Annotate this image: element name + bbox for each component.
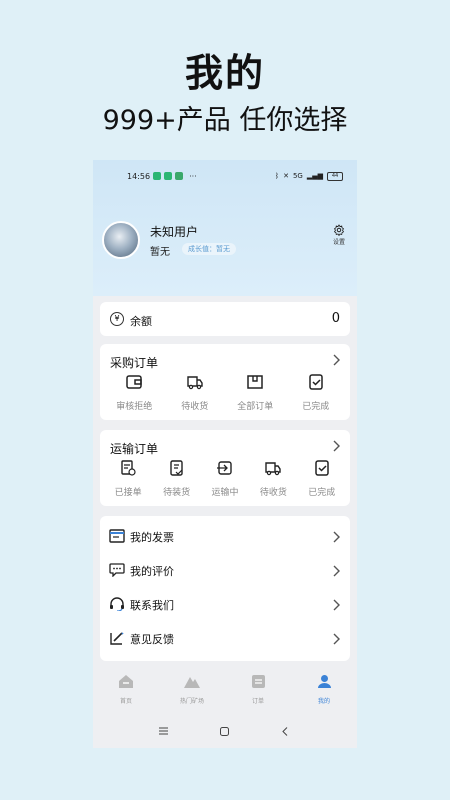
home-nav-icon[interactable] xyxy=(220,727,229,736)
tab-hot-mines[interactable]: 热门矿场 xyxy=(159,668,225,714)
transport-item-label: 运输中 xyxy=(211,488,239,498)
transport-item-pending-loading[interactable]: 待装货 xyxy=(155,460,199,499)
system-nav-bar xyxy=(93,716,357,748)
box-icon xyxy=(247,375,263,389)
promo-title: 我的 xyxy=(184,51,265,95)
menu-item-invoices[interactable]: 我的发票 xyxy=(100,519,350,553)
settings-button[interactable]: 设置 xyxy=(328,224,350,246)
avatar[interactable] xyxy=(102,221,140,259)
bluetooth-icon: ᛒ xyxy=(274,172,280,180)
bottom-tab-bar: 首页 热门矿场 订单 我的 xyxy=(93,668,357,714)
yen-icon: ¥ xyxy=(110,312,124,326)
battery-icon: 44 xyxy=(327,171,343,181)
truck-icon xyxy=(265,462,282,476)
notification-app-icon xyxy=(164,172,173,180)
balance-card[interactable]: ¥ 余额 0 xyxy=(100,302,350,336)
menu-item-label: 我的发票 xyxy=(130,531,174,544)
chevron-right-icon xyxy=(333,633,340,645)
menu-item-label: 我的评价 xyxy=(130,565,174,578)
invoice-icon xyxy=(109,529,125,543)
purchase-item-pending-receipt[interactable]: 待收货 xyxy=(173,374,217,413)
wallet-icon xyxy=(126,375,142,389)
purchase-item-label: 待收货 xyxy=(181,402,209,412)
purchase-item-label: 审核拒绝 xyxy=(116,402,153,412)
truck-icon xyxy=(187,376,203,390)
menu-card: 我的发票 我的评价 联系我们 意见反馈 xyxy=(100,516,350,661)
tab-label: 订单 xyxy=(251,698,264,705)
chevron-right-icon[interactable] xyxy=(332,440,340,452)
transport-item-pending-receipt[interactable]: 待收货 xyxy=(251,460,295,499)
phone-screen: 14:56 ··· ᛒ ✕ 5G ▂▄▆ 44 未知用户 暂无 成长值：暂无 设… xyxy=(93,160,357,748)
notification-app-icon xyxy=(153,172,162,180)
purchase-item-rejected[interactable]: 审核拒绝 xyxy=(112,374,156,413)
check-doc-icon xyxy=(315,460,329,476)
menu-icon[interactable] xyxy=(159,727,168,735)
status-time: 14:56 xyxy=(127,171,151,181)
user-icon xyxy=(317,675,331,688)
receipt-clock-icon xyxy=(121,460,136,476)
menu-item-reviews[interactable]: 我的评价 xyxy=(100,553,350,587)
transport-item-label: 已完成 xyxy=(308,488,336,498)
tab-home[interactable]: 首页 xyxy=(93,668,159,714)
purchase-orders-title[interactable]: 采购订单 xyxy=(110,354,158,371)
transport-item-in-transit[interactable]: 运输中 xyxy=(203,460,247,499)
tab-label: 我的 xyxy=(317,698,330,705)
transport-orders-card: 运输订单 已接单 待装货 运输中 待收货 已完成 xyxy=(100,430,350,506)
transport-item-accepted[interactable]: 已接单 xyxy=(106,460,150,499)
back-icon[interactable] xyxy=(282,727,288,736)
chevron-right-icon xyxy=(333,531,340,543)
transport-item-label: 待收货 xyxy=(259,488,287,498)
user-info: 暂无 xyxy=(150,247,170,258)
settings-label: 设置 xyxy=(332,239,345,246)
chevron-right-icon xyxy=(333,599,340,611)
check-doc-icon xyxy=(309,374,323,390)
notification-app-icon xyxy=(175,172,184,180)
balance-value: 0 xyxy=(331,311,340,326)
transport-item-label: 已接单 xyxy=(114,488,142,498)
purchase-item-label: 已完成 xyxy=(302,402,330,412)
menu-item-contact[interactable]: 联系我们 xyxy=(100,587,350,621)
tab-orders[interactable]: 订单 xyxy=(225,668,291,714)
menu-item-label: 意见反馈 xyxy=(130,633,174,646)
chevron-right-icon xyxy=(333,565,340,577)
transit-icon xyxy=(216,461,232,475)
feedback-icon xyxy=(110,632,124,645)
tab-label: 首页 xyxy=(119,698,132,705)
promo-subtitle: 999+产品 任你选择 xyxy=(102,105,348,136)
user-name: 未知用户 xyxy=(150,225,199,239)
menu-item-feedback[interactable]: 意见反馈 xyxy=(100,621,350,655)
transport-item-completed[interactable]: 已完成 xyxy=(300,460,344,499)
purchase-item-all-orders[interactable]: 全部订单 xyxy=(233,374,277,413)
transport-orders-title[interactable]: 运输订单 xyxy=(110,440,158,457)
signal-icon: ▂▄▆ xyxy=(306,172,323,180)
mute-icon: ✕ xyxy=(283,172,289,180)
purchase-item-label: 全部订单 xyxy=(237,402,274,412)
comment-icon xyxy=(109,563,125,577)
mountain-icon xyxy=(184,677,200,688)
headset-icon xyxy=(110,597,124,611)
tab-mine[interactable]: 我的 xyxy=(291,668,357,714)
growth-badge: 成长值：暂无 xyxy=(182,243,236,255)
edit-doc-icon xyxy=(169,460,183,476)
gear-icon xyxy=(333,224,345,236)
menu-item-label: 联系我们 xyxy=(130,599,174,612)
profile-header: 14:56 ··· ᛒ ✕ 5G ▂▄▆ 44 未知用户 暂无 成长值：暂无 设… xyxy=(93,160,357,296)
order-icon xyxy=(251,675,265,688)
tab-label: 热门矿场 xyxy=(179,698,204,705)
balance-label: 余额 xyxy=(130,315,152,328)
chevron-right-icon[interactable] xyxy=(332,354,340,366)
home-icon xyxy=(119,675,133,688)
status-more-dots: ··· xyxy=(189,171,197,181)
purchase-orders-card: 采购订单 审核拒绝 待收货 全部订单 已完成 xyxy=(100,344,350,420)
signal-label: 5G xyxy=(292,172,303,180)
transport-item-label: 待装货 xyxy=(163,488,191,498)
status-bar: 14:56 ··· ᛒ ✕ 5G ▂▄▆ 44 xyxy=(127,170,343,182)
purchase-item-completed[interactable]: 已完成 xyxy=(294,374,338,413)
